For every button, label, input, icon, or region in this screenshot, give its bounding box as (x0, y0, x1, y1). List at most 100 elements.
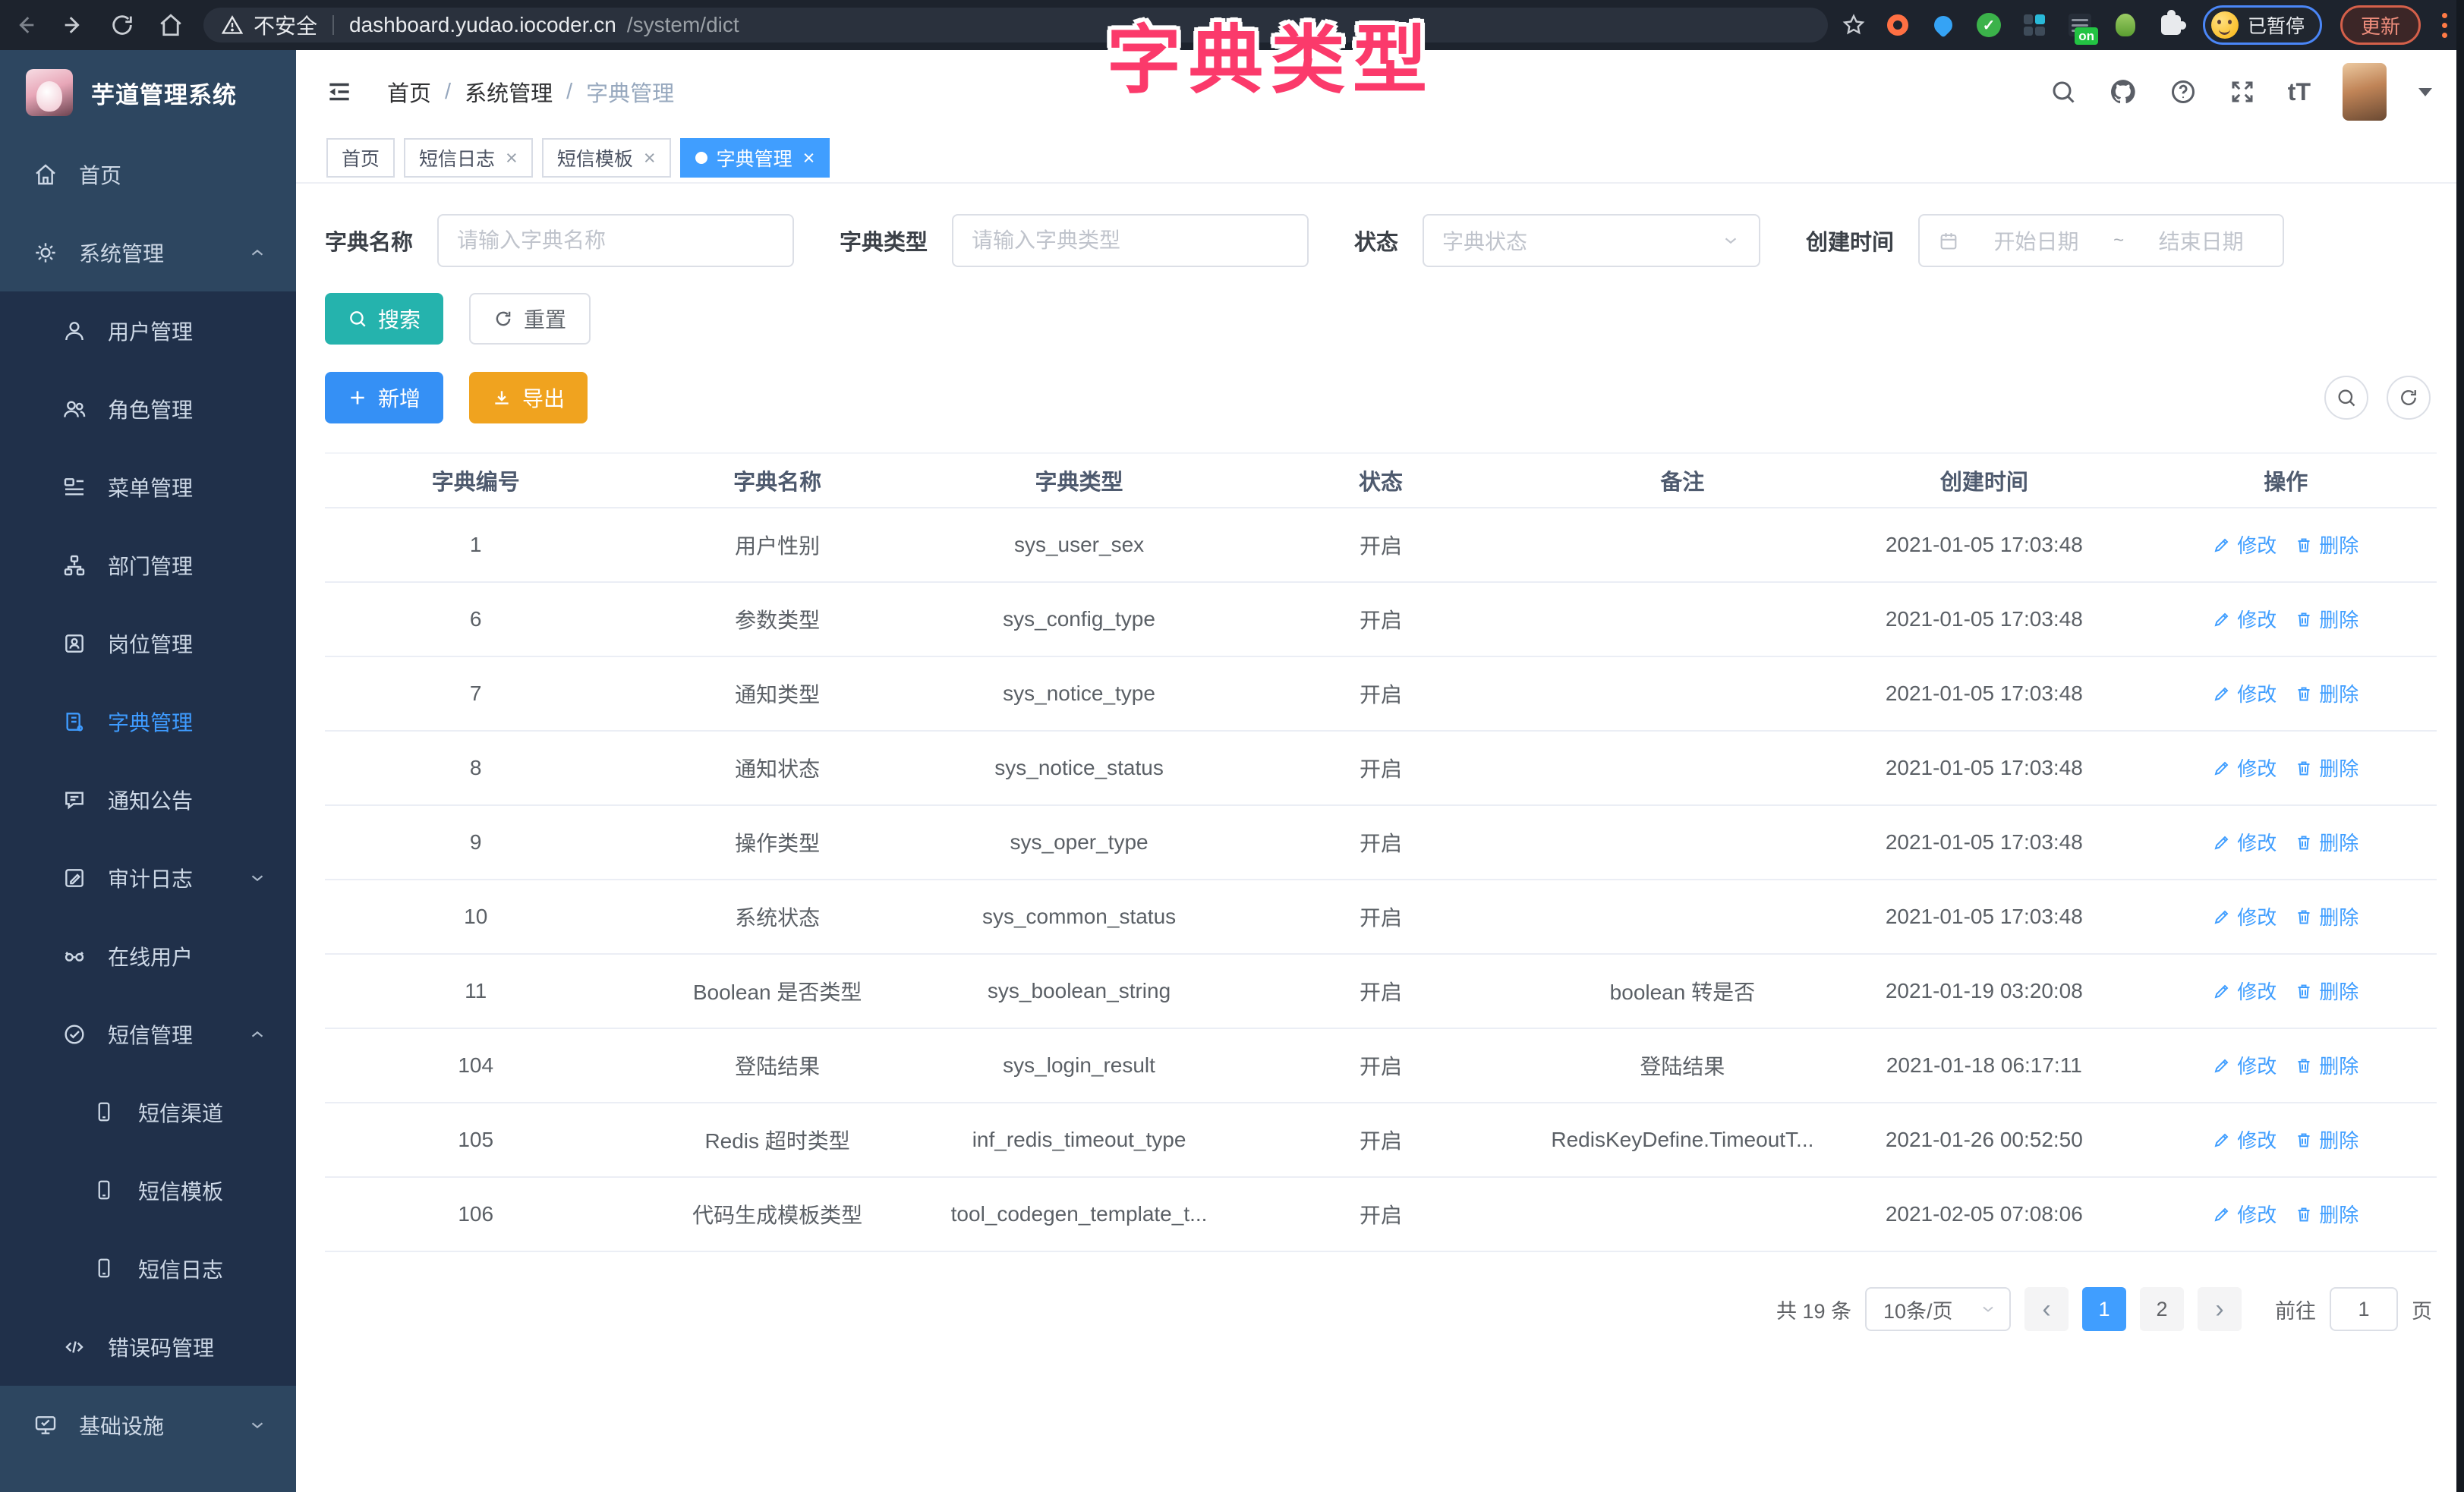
extension-lines-icon[interactable]: on (2066, 11, 2094, 39)
dict-type-link[interactable]: sys_user_sex (928, 508, 1230, 582)
toggle-search-button[interactable] (2324, 376, 2368, 420)
tab-sms-template[interactable]: 短信模板× (542, 138, 671, 178)
dict-type-link[interactable]: sys_notice_type (928, 656, 1230, 731)
dict-type-link[interactable]: sys_config_type (928, 582, 1230, 656)
avatar-caret-down-icon[interactable] (2418, 88, 2432, 103)
sidebar-item-audit-log[interactable]: 审计日志 (0, 839, 296, 917)
close-icon[interactable]: × (506, 148, 518, 168)
edit-link[interactable]: 修改 (2213, 977, 2277, 1005)
delete-link[interactable]: 删除 (2295, 605, 2358, 633)
sidebar-item-system-management[interactable]: 系统管理 (0, 213, 296, 291)
search-button[interactable]: 搜索 (325, 293, 443, 345)
date-range-picker[interactable]: 开始日期 ~ 结束日期 (1918, 214, 2284, 267)
sidebar-item-sms-template[interactable]: 短信模板 (0, 1151, 296, 1229)
dict-type-input[interactable] (952, 214, 1309, 267)
delete-link[interactable]: 删除 (2295, 679, 2358, 707)
dict-type-link[interactable]: tool_codegen_template_t... (928, 1177, 1230, 1251)
tab-sms-log[interactable]: 短信日志× (404, 138, 533, 178)
extension-blue-drop-icon[interactable] (1930, 11, 1957, 39)
delete-link[interactable]: 删除 (2295, 1200, 2358, 1228)
sidebar-item-post-management[interactable]: 岗位管理 (0, 604, 296, 682)
edit-link[interactable]: 修改 (2213, 1200, 2277, 1228)
browser-back-button[interactable] (12, 12, 38, 38)
extension-green-circle-icon[interactable]: ✓ (1975, 11, 2002, 39)
sidebar-item-sms-channel[interactable]: 短信渠道 (0, 1073, 296, 1151)
browser-update-button[interactable]: 更新 (2340, 5, 2421, 45)
browser-forward-button[interactable] (61, 12, 87, 38)
delete-link[interactable]: 删除 (2295, 828, 2358, 856)
sidebar-item-sms-management[interactable]: 短信管理 (0, 995, 296, 1073)
sidebar-item-dept-management[interactable]: 部门管理 (0, 526, 296, 604)
fullscreen-icon[interactable] (2229, 78, 2256, 105)
extension-orange-ring-icon[interactable] (1884, 11, 1911, 39)
dict-type-link[interactable]: sys_boolean_string (928, 954, 1230, 1028)
close-icon[interactable]: × (644, 148, 656, 168)
sidebar-item-menu-management[interactable]: 菜单管理 (0, 448, 296, 526)
user-avatar[interactable] (2343, 63, 2387, 121)
sidebar-item-home[interactable]: 首页 (0, 135, 296, 213)
browser-menu-icon[interactable] (2439, 13, 2450, 38)
extension-sprout-icon[interactable] (2112, 11, 2139, 39)
reset-button[interactable]: 重置 (469, 293, 591, 345)
edit-link[interactable]: 修改 (2213, 679, 2277, 707)
extensions-puzzle-icon[interactable] (2157, 11, 2185, 39)
dict-type-link[interactable]: sys_notice_status (928, 731, 1230, 805)
phone-icon (93, 1257, 117, 1281)
font-size-icon[interactable]: tT (2288, 78, 2311, 106)
delete-link[interactable]: 删除 (2295, 1051, 2358, 1079)
sidebar-item-role-management[interactable]: 角色管理 (0, 370, 296, 448)
dict-type-link[interactable]: sys_login_result (928, 1028, 1230, 1103)
sidebar-item-sms-log[interactable]: 短信日志 (0, 1229, 296, 1308)
page-button-2[interactable]: 2 (2140, 1287, 2184, 1331)
delete-link[interactable]: 删除 (2295, 1125, 2358, 1154)
page-size-select[interactable]: 10条/页 (1865, 1287, 2011, 1331)
edit-link[interactable]: 修改 (2213, 605, 2277, 633)
address-bar[interactable]: 不安全 dashboard.yudao.iocoder.cn/system/di… (203, 8, 1828, 42)
dict-type-link[interactable]: sys_common_status (928, 880, 1230, 954)
trash-icon (2295, 1056, 2313, 1075)
sidebar-item-error-code[interactable]: 错误码管理 (0, 1308, 296, 1386)
phone-icon (93, 1100, 117, 1125)
delete-link[interactable]: 删除 (2295, 977, 2358, 1005)
edit-link[interactable]: 修改 (2213, 902, 2277, 930)
sidebar-item-dict-management[interactable]: 字典管理 (0, 682, 296, 760)
next-page-button[interactable]: › (2198, 1287, 2242, 1331)
add-button[interactable]: 新增 (325, 372, 443, 423)
sidebar-item-infrastructure[interactable]: 基础设施 (0, 1386, 296, 1464)
github-icon[interactable] (2109, 77, 2138, 106)
close-icon[interactable]: × (803, 148, 815, 168)
sidebar-item-notice[interactable]: 通知公告 (0, 760, 296, 839)
refresh-table-button[interactable] (2387, 376, 2431, 420)
delete-link[interactable]: 删除 (2295, 902, 2358, 930)
page-button-1[interactable]: 1 (2082, 1287, 2126, 1331)
delete-link[interactable]: 删除 (2295, 530, 2358, 559)
dict-name-input[interactable] (437, 214, 794, 267)
tab-dict-management[interactable]: 字典管理× (680, 138, 830, 178)
edit-link[interactable]: 修改 (2213, 754, 2277, 782)
sidebar-item-user-management[interactable]: 用户管理 (0, 291, 296, 370)
status-select[interactable]: 字典状态 (1423, 214, 1760, 267)
edit-link[interactable]: 修改 (2213, 828, 2277, 856)
breadcrumb-system[interactable]: 系统管理 (465, 76, 553, 108)
bookmark-star-icon[interactable] (1842, 13, 1866, 37)
prev-page-button[interactable]: ‹ (2024, 1287, 2069, 1331)
extension-grid-icon[interactable] (2021, 11, 2048, 39)
export-button[interactable]: 导出 (469, 372, 588, 423)
edit-link[interactable]: 修改 (2213, 1125, 2277, 1154)
goto-page-input[interactable] (2330, 1287, 2398, 1331)
browser-reload-button[interactable] (109, 12, 135, 38)
dict-type-link[interactable]: sys_oper_type (928, 805, 1230, 880)
browser-home-button[interactable] (158, 12, 184, 38)
breadcrumb-home[interactable]: 首页 (387, 76, 431, 108)
sidebar-item-online-users[interactable]: 在线用户 (0, 917, 296, 995)
profile-paused-badge[interactable]: 已暂停 (2203, 5, 2322, 45)
help-icon[interactable] (2169, 78, 2197, 105)
tab-home[interactable]: 首页 (326, 138, 395, 178)
sidebar-toggle-hamburger-icon[interactable] (325, 77, 354, 106)
edit-link[interactable]: 修改 (2213, 530, 2277, 559)
dict-type-link[interactable]: inf_redis_timeout_type (928, 1103, 1230, 1177)
search-icon[interactable] (2050, 78, 2077, 105)
delete-link[interactable]: 删除 (2295, 754, 2358, 782)
edit-link[interactable]: 修改 (2213, 1051, 2277, 1079)
security-label[interactable]: 不安全 (254, 10, 317, 40)
